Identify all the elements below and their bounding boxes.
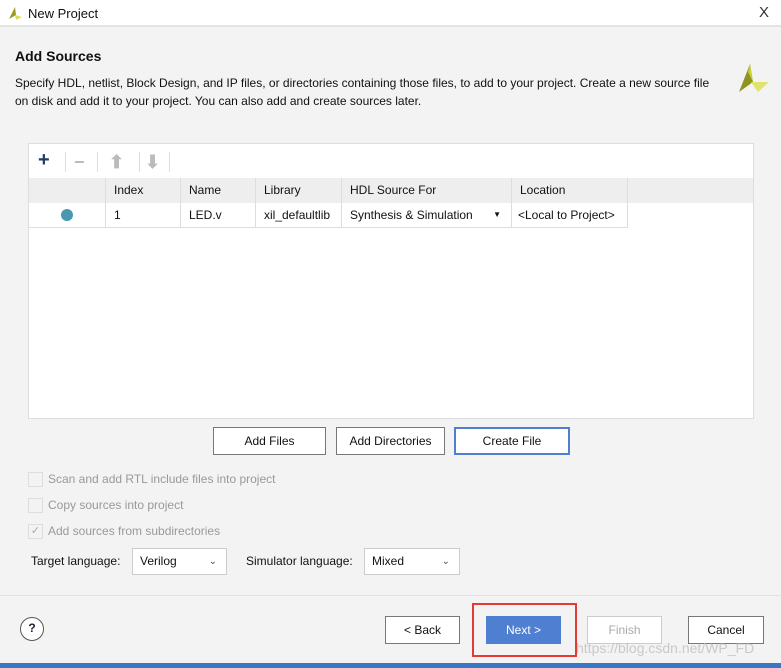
vivado-logo-icon <box>739 64 769 92</box>
location-cell: <Local to Project> <box>512 203 628 228</box>
window-title: New Project <box>28 6 99 21</box>
table-row[interactable]: 1 LED.v xil_defaultlib Synthesis & Simul… <box>29 203 628 228</box>
col-hdl-source-for[interactable]: HDL Source For <box>342 178 512 203</box>
library-cell[interactable]: xil_defaultlib <box>256 203 342 228</box>
name-cell: LED.v <box>181 203 256 228</box>
add-icon[interactable]: + <box>38 149 50 172</box>
next-button[interactable]: Next > <box>486 616 561 644</box>
watermark: https://blog.csdn.net/WP_FD <box>576 640 755 656</box>
copy-sources-label: Copy sources into project <box>48 498 184 512</box>
title-bar: New Project X <box>0 0 781 27</box>
footer-divider <box>0 595 781 596</box>
dropdown-arrow-icon: ▼ <box>493 210 501 219</box>
target-language-value: Verilog <box>140 554 177 568</box>
scan-rtl-label: Scan and add RTL include files into proj… <box>48 472 276 486</box>
target-language-select[interactable]: Verilog ⌄ <box>132 548 227 575</box>
simulator-language-label: Simulator language: <box>246 554 353 568</box>
back-button[interactable]: < Back <box>385 616 460 644</box>
simulator-language-value: Mixed <box>372 554 405 568</box>
status-cell <box>29 203 106 228</box>
simulator-language-select[interactable]: Mixed ⌄ <box>364 548 460 575</box>
move-up-icon[interactable]: ⬆ <box>109 152 124 173</box>
col-library[interactable]: Library <box>256 178 342 203</box>
help-button[interactable]: ? <box>20 617 44 641</box>
page-description: Specify HDL, netlist, Block Design, and … <box>15 76 710 108</box>
add-subdirs-checkbox[interactable]: ✓ <box>28 524 43 539</box>
remove-icon[interactable]: − <box>74 152 85 173</box>
table-header: Index Name Library HDL Source For Locati… <box>29 178 753 203</box>
col-name[interactable]: Name <box>181 178 256 203</box>
close-button[interactable]: X <box>759 4 769 21</box>
add-directories-button[interactable]: Add Directories <box>336 427 445 455</box>
background-window-strip <box>0 663 781 668</box>
target-language-label: Target language: <box>31 554 121 568</box>
chevron-down-icon: ⌄ <box>441 556 450 567</box>
move-down-icon[interactable]: ⬇ <box>145 152 160 173</box>
status-dot-icon <box>61 209 73 221</box>
vivado-logo-icon <box>9 7 22 20</box>
chevron-down-icon: ⌄ <box>208 556 217 567</box>
add-files-button[interactable]: Add Files <box>213 427 326 455</box>
scan-rtl-checkbox[interactable] <box>28 472 43 487</box>
col-status <box>29 178 106 203</box>
copy-sources-checkbox[interactable] <box>28 498 43 513</box>
sources-table-panel: + − ⬆ ⬇ Index Name Library HDL Source Fo… <box>28 143 754 419</box>
page-title: Add Sources <box>15 48 102 64</box>
table-toolbar: + − ⬆ ⬇ <box>29 144 753 179</box>
add-subdirs-label: Add sources from subdirectories <box>48 524 221 538</box>
checkmark-icon: ✓ <box>30 525 41 537</box>
index-cell: 1 <box>106 203 181 228</box>
create-file-button[interactable]: Create File <box>454 427 570 455</box>
col-index[interactable]: Index <box>106 178 181 203</box>
col-location[interactable]: Location <box>512 178 628 203</box>
hdl-source-for-value: Synthesis & Simulation <box>350 208 473 222</box>
hdl-source-for-dropdown[interactable]: Synthesis & Simulation ▼ <box>342 203 512 228</box>
